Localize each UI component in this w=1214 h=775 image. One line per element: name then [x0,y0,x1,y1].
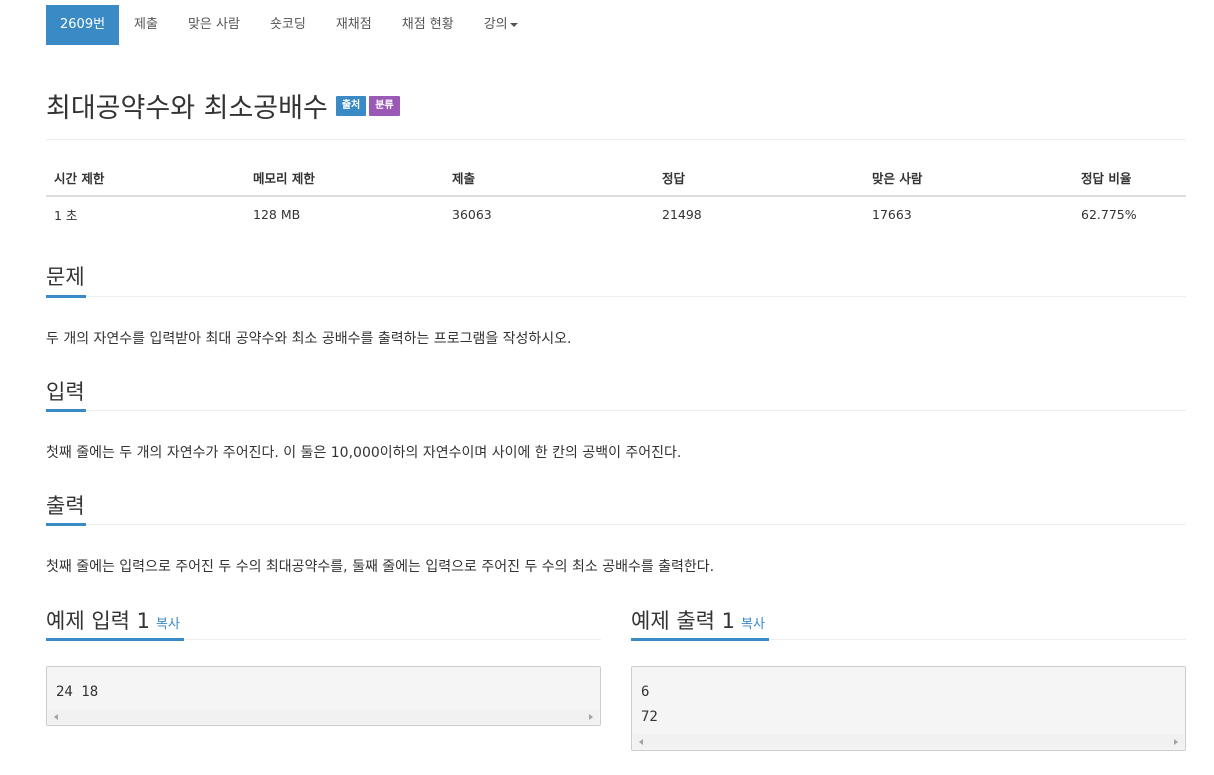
value-time-limit: 1 초 [54,208,78,223]
value-memory-limit: 128 MB [253,207,301,222]
value-accepted: 21498 [662,207,702,222]
category-label[interactable]: 분류 [369,95,400,116]
problem-heading-underline [46,295,86,298]
source-label[interactable]: 출처 [335,95,367,116]
header-time-limit: 시간 제한 [46,160,245,197]
header-solved-users: 맞은 사람 [864,160,1073,197]
output-heading-underline [46,523,86,526]
input-heading-underline [46,409,86,412]
sample-output-heading-underline [631,638,769,641]
input-description: 첫째 줄에는 두 개의 자연수가 주어진다. 이 둘은 10,000이하의 자연… [46,445,682,461]
header-submissions: 제출 [444,160,654,197]
nav-submit[interactable]: 제출 [119,5,173,45]
problem-heading: 문제 [46,265,85,289]
sample-output-code: 6 72 [641,684,658,725]
sample-output-heading: 예제 출력 1 복사 [631,605,765,635]
nav-lecture-label: 강의 [483,17,508,32]
copy-sample-input-button[interactable]: 복사 [156,617,180,632]
nav-lecture-dropdown[interactable]: 강의 [469,5,533,45]
table-header-row: 시간 제한 메모리 제한 제출 정답 맞은 사람 정답 비율 [46,160,1186,197]
problem-title-row: 최대공약수와 최소공배수 출처 분류 [46,86,400,125]
output-heading-line [46,524,1186,525]
scroll-right-icon[interactable] [1174,739,1178,745]
value-submissions: 36063 [452,207,492,222]
value-accept-ratio: 62.775% [1081,207,1137,222]
sample-input-scrollbar[interactable] [48,709,599,724]
sample-output-scrollbar[interactable] [633,734,1184,749]
input-heading-line [46,410,1186,411]
title-divider [46,139,1186,140]
problem-nav: 2609번 제출 맞은 사람 숏코딩 재채점 채점 현황 강의 [46,5,533,45]
sample-input-heading-underline [46,638,184,641]
nav-rejudge[interactable]: 재채점 [321,5,387,45]
input-heading: 입력 [46,380,85,404]
problem-info-table: 시간 제한 메모리 제한 제출 정답 맞은 사람 정답 비율 1 초 128 M… [46,160,1186,232]
output-description: 첫째 줄에는 입력으로 주어진 두 수의 최대공약수를, 둘째 줄에는 입력으로… [46,559,715,575]
nav-problem-number[interactable]: 2609번 [46,5,120,45]
value-solved-users: 17663 [872,207,912,222]
header-accepted: 정답 [654,160,864,197]
output-heading: 출력 [46,494,85,518]
nav-accepted-users[interactable]: 맞은 사람 [173,5,255,45]
scroll-left-icon[interactable] [639,739,643,745]
sample-input-title: 예제 입력 1 [46,609,150,633]
sample-input-heading: 예제 입력 1 복사 [46,605,180,635]
problem-description: 두 개의 자연수를 입력받아 최대 공약수와 최소 공배수를 출력하는 프로그램… [46,331,572,347]
header-memory-limit: 메모리 제한 [245,160,444,197]
sample-output-title: 예제 출력 1 [631,609,735,633]
caret-down-icon [509,22,518,27]
sample-input-box[interactable]: 24 18 [46,666,601,726]
scroll-right-icon[interactable] [589,714,593,720]
copy-sample-output-button[interactable]: 복사 [741,617,765,632]
table-row: 1 초 128 MB 36063 21498 17663 62.775% [46,196,1186,232]
nav-status[interactable]: 채점 현황 [387,5,469,45]
sample-output-box[interactable]: 6 72 [631,666,1186,751]
problem-heading-line [46,296,1186,297]
scroll-left-icon[interactable] [54,714,58,720]
header-accept-ratio: 정답 비율 [1073,160,1186,197]
sample-input-code: 24 18 [56,684,99,700]
nav-short-coding[interactable]: 숏코딩 [255,5,321,45]
page-title: 최대공약수와 최소공배수 [46,93,328,124]
